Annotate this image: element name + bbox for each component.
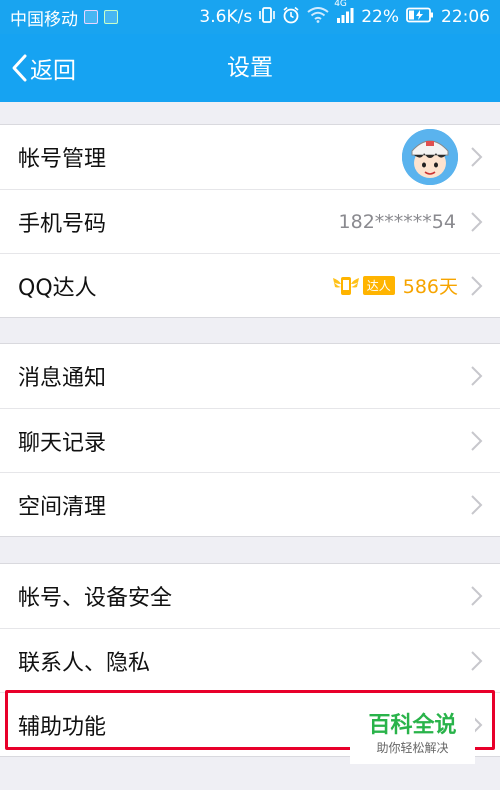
chevron-right-icon [471, 366, 483, 386]
vibrate-icon [259, 6, 276, 29]
daren-days: 586天 [402, 276, 458, 298]
watermark-title: 百科全说 [368, 713, 457, 738]
carrier-label: 中国移动 [10, 9, 78, 30]
chevron-left-icon [12, 54, 27, 82]
row-storage-cleanup[interactable]: 空间清理 [0, 472, 500, 536]
status-bar: 中国移动 3.6K/s 4G 22% 22:06 [0, 0, 500, 34]
daren-badge-text: 达人 [362, 276, 395, 295]
alarm-icon [282, 6, 300, 29]
daren-badge: 达人 [331, 274, 395, 298]
notification-icon [84, 10, 98, 24]
chevron-right-icon [471, 211, 483, 232]
watermark: 百科全说 助你轻松解决 [350, 712, 475, 764]
account-group: 帐号管理 手机号码 182******54 QQ达人 达人 586天 [0, 124, 500, 318]
row-label: QQ达人 [18, 275, 97, 301]
row-label: 空间清理 [18, 494, 107, 520]
net-speed: 3.6K/s [199, 7, 253, 27]
row-label: 联系人、隐私 [18, 650, 151, 676]
chevron-right-icon [471, 147, 483, 167]
signal-icon: 4G [334, 0, 354, 28]
network-type: 4G [334, 0, 347, 9]
row-label: 手机号码 [18, 211, 107, 237]
clock: 22:06 [441, 7, 490, 27]
title-bar: 返回 设置 [0, 34, 500, 102]
row-account-management[interactable]: 帐号管理 [0, 125, 500, 189]
row-label: 消息通知 [18, 366, 107, 391]
watermark-subtitle: 助你轻松解决 [376, 741, 449, 755]
back-label: 返回 [30, 58, 76, 84]
battery-charging-icon [406, 7, 434, 28]
row-label: 帐号管理 [18, 147, 107, 172]
battery-percent: 22% [361, 7, 399, 27]
chevron-right-icon [471, 494, 483, 515]
row-label: 聊天记录 [18, 430, 107, 456]
back-button[interactable]: 返回 [10, 34, 76, 102]
chevron-right-icon [471, 275, 483, 296]
wifi-icon [307, 6, 329, 28]
chevron-right-icon [471, 430, 483, 451]
phone-number-value: 182******54 [338, 210, 456, 233]
row-chat-history[interactable]: 聊天记录 [0, 408, 500, 472]
messages-group: 消息通知 聊天记录 空间清理 [0, 343, 500, 537]
row-contacts-privacy[interactable]: 联系人、隐私 [0, 628, 500, 692]
chevron-right-icon [471, 586, 483, 606]
winged-phone-icon [332, 276, 359, 295]
row-label: 帐号、设备安全 [18, 586, 173, 611]
row-account-device-security[interactable]: 帐号、设备安全 [0, 564, 500, 628]
chevron-right-icon [471, 650, 483, 671]
row-qq-daren[interactable]: QQ达人 达人 586天 [0, 253, 500, 317]
row-phone-number[interactable]: 手机号码 182******54 [0, 189, 500, 253]
row-message-notification[interactable]: 消息通知 [0, 344, 500, 408]
app-notification-icon [104, 10, 118, 24]
avatar [402, 129, 458, 185]
